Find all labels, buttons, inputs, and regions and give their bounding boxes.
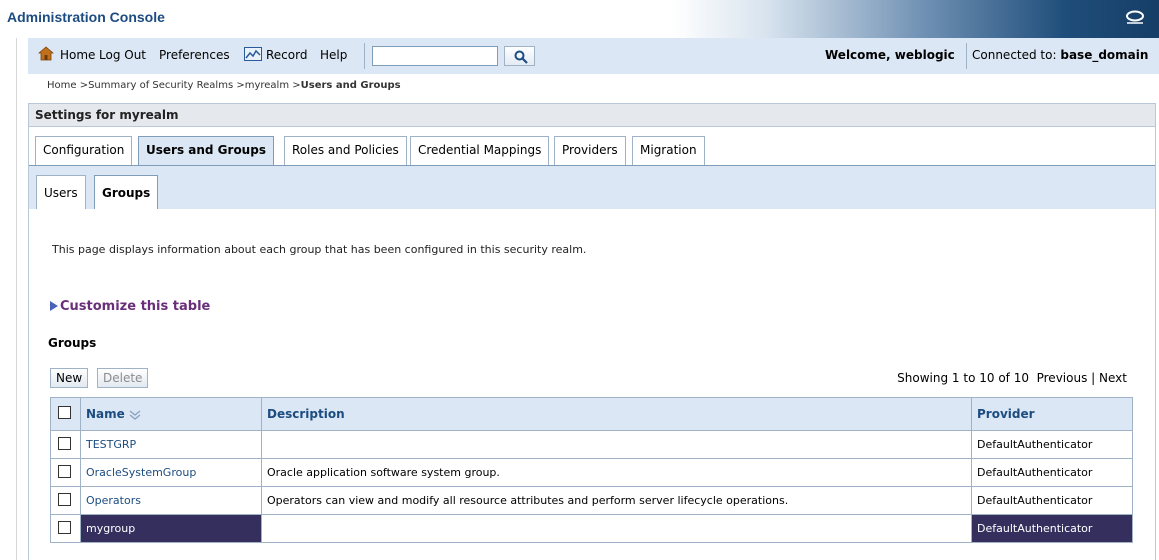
domain-name: base_domain xyxy=(1060,48,1149,62)
row-checkbox[interactable] xyxy=(58,436,71,450)
group-provider-cell: DefaultAuthenticator xyxy=(971,514,1133,543)
row-select-cell xyxy=(50,430,81,459)
group-name-link[interactable]: OracleSystemGroup xyxy=(86,466,196,479)
group-name-link[interactable]: mygroup xyxy=(86,522,135,535)
toolbar-separator xyxy=(364,43,365,69)
next-link[interactable]: Next xyxy=(1099,371,1127,385)
column-header-provider[interactable]: Provider xyxy=(971,397,1133,431)
table-row: TESTGRP DefaultAuthenticator xyxy=(50,430,1133,459)
tab-configuration[interactable]: Configuration xyxy=(35,136,133,165)
sort-chevron-icon[interactable] xyxy=(129,409,141,420)
connected-label: Connected to: xyxy=(972,48,1057,62)
row-select-cell xyxy=(50,486,81,515)
search-input[interactable] xyxy=(372,46,498,66)
logout-link[interactable]: Log Out xyxy=(99,48,146,62)
breadcrumb: Home >Summary of Security Realms >myreal… xyxy=(47,80,401,91)
group-name-link[interactable]: TESTGRP xyxy=(86,438,136,451)
breadcrumb-path[interactable]: Home >Summary of Security Realms >myreal… xyxy=(47,80,301,91)
group-name-cell: TESTGRP xyxy=(80,430,262,459)
group-name-cell: OracleSystemGroup xyxy=(80,458,262,487)
new-button[interactable]: New xyxy=(50,368,89,388)
group-description-cell xyxy=(261,430,972,459)
connection-status: Connected to: base_domain xyxy=(972,48,1148,62)
row-checkbox[interactable] xyxy=(58,520,71,534)
breadcrumb-current: Users and Groups xyxy=(300,80,401,91)
customize-table-link[interactable]: Customize this table xyxy=(50,299,210,314)
name-header-label: Name xyxy=(86,407,125,421)
group-name-cell: mygroup xyxy=(80,514,262,543)
paging-status: Showing 1 to 10 of 10 xyxy=(897,371,1029,385)
title-bar: Administration Console xyxy=(0,0,1159,38)
toolbar-separator xyxy=(966,43,967,69)
home-link[interactable]: Home xyxy=(60,48,95,62)
oracle-logo-icon xyxy=(1126,10,1144,24)
app-title: Administration Console xyxy=(7,9,165,25)
tab-providers[interactable]: Providers xyxy=(554,136,626,165)
table-row: mygroup DefaultAuthenticator xyxy=(50,514,1133,543)
record-link[interactable]: Record xyxy=(266,48,307,62)
home-icon[interactable] xyxy=(38,46,54,61)
group-provider-cell: DefaultAuthenticator xyxy=(971,486,1133,515)
subtab-groups[interactable]: Groups xyxy=(94,175,159,209)
pagination: Showing 1 to 10 of 10 Previous | Next xyxy=(897,371,1127,385)
search-button[interactable] xyxy=(504,46,535,66)
column-header-description[interactable]: Description xyxy=(261,397,972,431)
help-link[interactable]: Help xyxy=(320,48,347,62)
groups-table: Name Description Provider TESTGRP Defaul… xyxy=(50,397,1133,543)
group-name-cell: Operators xyxy=(80,486,262,515)
group-name-link[interactable]: Operators xyxy=(86,494,141,507)
table-row: OracleSystemGroup Oracle application sof… xyxy=(50,458,1133,487)
row-checkbox[interactable] xyxy=(58,464,71,478)
paging-separator: | xyxy=(1091,371,1096,385)
preferences-link[interactable]: Preferences xyxy=(159,48,230,62)
group-description-cell: Operators can view and modify all resour… xyxy=(261,486,972,515)
group-description-cell: Oracle application software system group… xyxy=(261,458,972,487)
settings-panel: Settings for myrealm Configuration Users… xyxy=(28,103,1156,560)
column-header-name[interactable]: Name xyxy=(80,397,262,431)
panel-title: Settings for myrealm xyxy=(29,103,1155,127)
tab-migration[interactable]: Migration xyxy=(632,136,705,165)
page-description: This page displays information about eac… xyxy=(52,243,587,256)
table-header-row: Name Description Provider xyxy=(50,397,1133,431)
previous-link[interactable]: Previous xyxy=(1037,371,1088,385)
left-gutter xyxy=(0,38,17,560)
select-all-cell xyxy=(50,397,81,431)
record-icon[interactable] xyxy=(244,47,262,61)
tab-roles-and-policies[interactable]: Roles and Policies xyxy=(284,136,407,165)
group-provider-cell: DefaultAuthenticator xyxy=(971,430,1133,459)
table-row: Operators Operators can view and modify … xyxy=(50,486,1133,515)
subtab-users[interactable]: Users xyxy=(36,175,86,209)
delete-button[interactable]: Delete xyxy=(97,368,149,388)
welcome-text: Welcome, weblogic xyxy=(825,48,955,62)
group-description-cell xyxy=(261,514,972,543)
row-select-cell xyxy=(50,458,81,487)
subtab-bar: Users Groups xyxy=(29,166,1155,209)
select-all-checkbox[interactable] xyxy=(58,406,71,419)
tab-credential-mappings[interactable]: Credential Mappings xyxy=(410,136,550,165)
groups-table-title: Groups xyxy=(48,336,97,350)
group-provider-cell: DefaultAuthenticator xyxy=(971,458,1133,487)
search-icon xyxy=(514,50,528,64)
tab-users-and-groups[interactable]: Users and Groups xyxy=(138,136,274,165)
customize-label: Customize this table xyxy=(60,299,211,314)
row-select-cell xyxy=(50,514,81,543)
row-checkbox[interactable] xyxy=(58,492,71,506)
toolbar: Home Log Out Preferences Record Help Wel… xyxy=(28,38,1159,74)
expand-triangle-icon xyxy=(50,301,58,311)
